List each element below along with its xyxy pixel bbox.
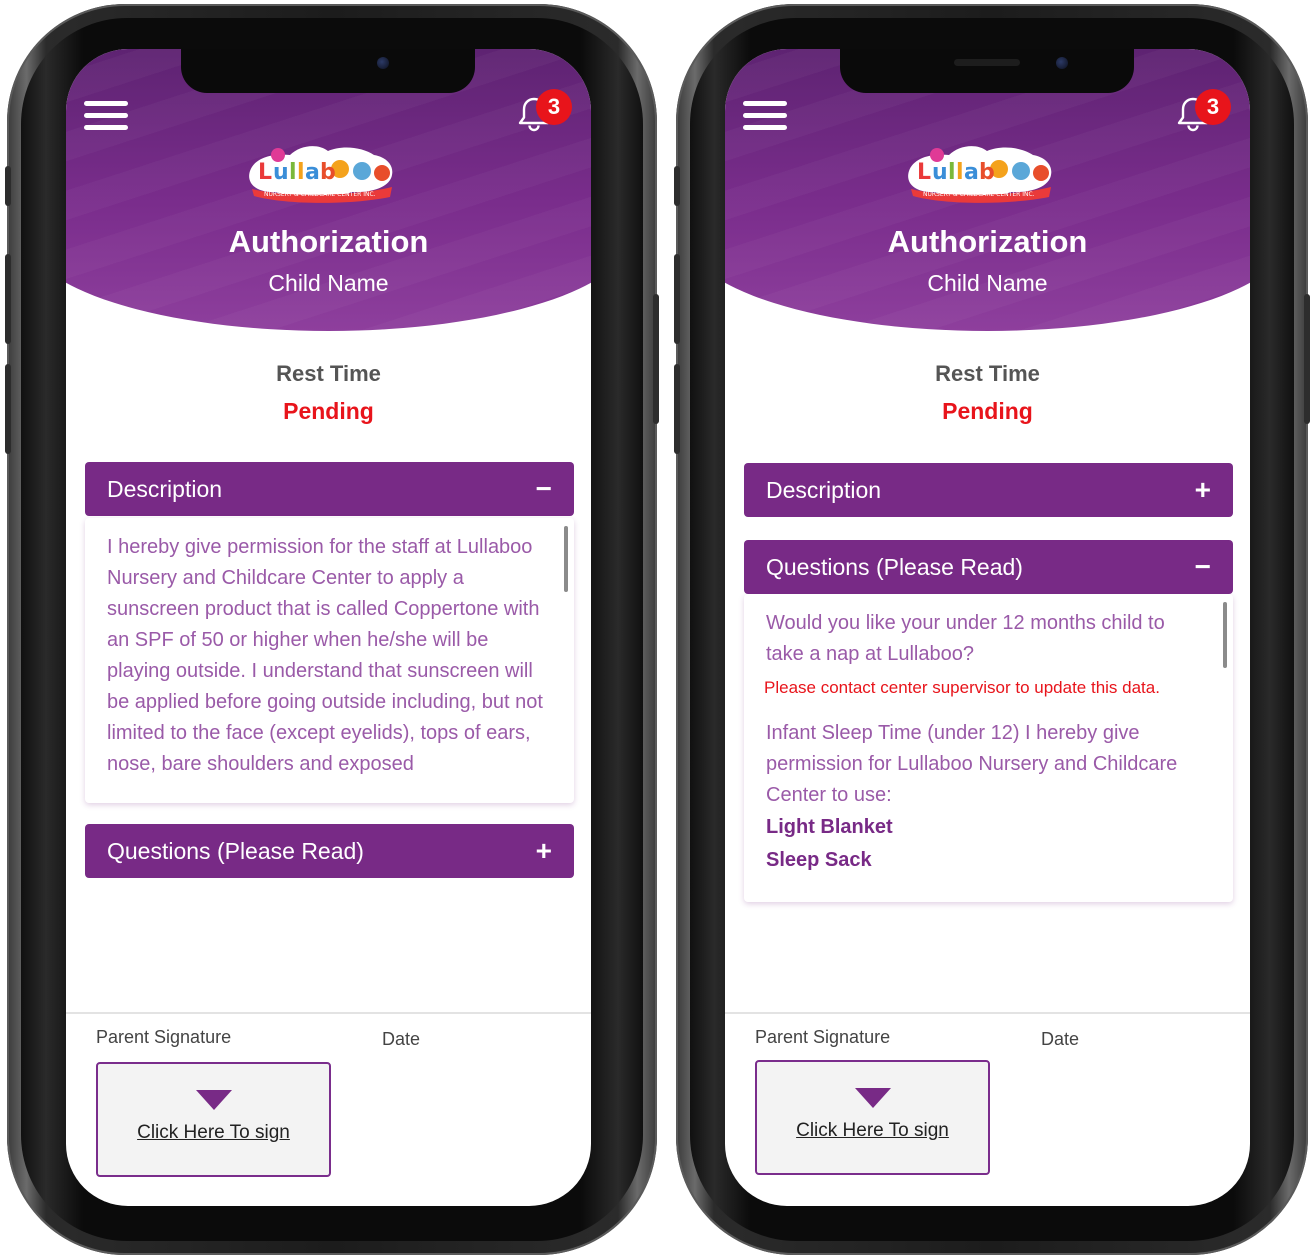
status-label: Pending: [942, 398, 1033, 424]
menu-icon[interactable]: [743, 101, 787, 131]
expand-icon[interactable]: +: [536, 835, 552, 867]
arrow-down-icon: [855, 1088, 891, 1108]
info-text: Infant Sleep Time (under 12) I hereby gi…: [766, 722, 1178, 806]
signature-label: Parent Signature: [96, 1027, 232, 1047]
earpiece-speaker: [954, 59, 1020, 66]
description-label: Description: [107, 475, 223, 502]
lullaboo-logo: L u l l a b NURSERY & CHILDCARE CENTER I…: [908, 146, 1052, 203]
footer-divider: [725, 1012, 1250, 1014]
notification-badge[interactable]: 3: [536, 89, 572, 125]
collapse-icon[interactable]: −: [536, 473, 552, 505]
svg-text:a: a: [305, 160, 320, 185]
child-name: Child Name: [268, 270, 389, 296]
description-label: Description: [766, 476, 882, 503]
question-text: Would you like your under 12 months chil…: [766, 612, 1165, 665]
expand-icon[interactable]: +: [1195, 474, 1211, 506]
questions-label: Questions (Please Read): [107, 837, 364, 864]
form-name: Rest Time: [276, 361, 381, 386]
questions-panel[interactable]: Would you like your under 12 months chil…: [744, 594, 1233, 902]
phone-notch: [181, 49, 475, 93]
svg-text:l: l: [289, 160, 297, 185]
sign-button[interactable]: Click Here To sign: [96, 1062, 331, 1177]
date-label: Date: [382, 1029, 421, 1049]
volume-down-button: [5, 364, 11, 454]
page-title: Authorization: [228, 224, 429, 259]
scrollbar[interactable]: [1223, 602, 1227, 668]
signature-label: Parent Signature: [755, 1027, 891, 1047]
questions-accordion-header[interactable]: Questions (Please Read) −: [744, 540, 1233, 594]
phone-notch: [840, 49, 1134, 93]
form-name: Rest Time: [935, 361, 1040, 386]
svg-text:L: L: [917, 160, 931, 185]
status-label: Pending: [283, 398, 374, 424]
option-sleep-sack[interactable]: Sleep Sack: [744, 844, 1233, 877]
footer-divider: [66, 1012, 591, 1014]
scrollbar[interactable]: [564, 526, 568, 592]
app-screen: 3 L u l l a b NURSERY & CHILDCARE CENTER…: [725, 49, 1250, 1206]
phone-frame-left: 3 L u l l a b NURSERY & CHILDCARE CENTER…: [5, 4, 659, 1255]
mute-switch: [674, 166, 680, 206]
description-accordion-header[interactable]: Description −: [85, 462, 574, 516]
svg-text:a: a: [964, 160, 979, 185]
mute-switch: [5, 166, 11, 206]
menu-icon[interactable]: [84, 101, 128, 131]
option-light-blanket[interactable]: Light Blanket: [744, 811, 1233, 844]
lullaboo-logo: L u l l a b NURSERY & CHILDCARE CENTER I…: [249, 146, 393, 203]
svg-text:u: u: [273, 160, 289, 185]
svg-text:b: b: [979, 160, 995, 185]
child-name: Child Name: [927, 270, 1048, 296]
volume-up-button: [5, 254, 11, 344]
volume-down-button: [674, 364, 680, 454]
sign-link[interactable]: Click Here To sign: [98, 1122, 329, 1144]
warning-text: Please contact center supervisor to upda…: [764, 678, 1160, 697]
description-panel[interactable]: I hereby give permission for the staff a…: [85, 518, 574, 803]
front-camera: [377, 57, 389, 69]
collapse-icon[interactable]: −: [1195, 551, 1211, 583]
svg-text:l: l: [948, 160, 956, 185]
volume-up-button: [674, 254, 680, 344]
page-title: Authorization: [887, 224, 1088, 259]
svg-text:u: u: [932, 160, 948, 185]
power-button: [1304, 294, 1310, 424]
description-text: I hereby give permission for the staff a…: [107, 536, 543, 775]
arrow-down-icon: [196, 1090, 232, 1110]
svg-text:l: l: [297, 160, 305, 185]
svg-text:b: b: [320, 160, 336, 185]
power-button: [653, 294, 659, 424]
svg-text:NURSERY & CHILDCARE CENTER INC: NURSERY & CHILDCARE CENTER INC.: [923, 191, 1035, 198]
questions-label: Questions (Please Read): [766, 553, 1023, 580]
sign-link[interactable]: Click Here To sign: [757, 1120, 988, 1142]
date-label: Date: [1041, 1029, 1080, 1049]
app-screen: 3 L u l l a b NURSERY & CHILDCARE CENTER…: [66, 49, 591, 1206]
front-camera: [1056, 57, 1068, 69]
description-accordion-header[interactable]: Description +: [744, 463, 1233, 517]
svg-text:l: l: [956, 160, 964, 185]
notification-badge[interactable]: 3: [1195, 89, 1231, 125]
svg-text:L: L: [258, 160, 272, 185]
sign-button[interactable]: Click Here To sign: [755, 1060, 990, 1175]
questions-accordion-header[interactable]: Questions (Please Read) +: [85, 824, 574, 878]
phone-frame-right: 3 L u l l a b NURSERY & CHILDCARE CENTER…: [674, 4, 1310, 1255]
svg-text:NURSERY & CHILDCARE CENTER INC: NURSERY & CHILDCARE CENTER INC.: [264, 191, 376, 198]
